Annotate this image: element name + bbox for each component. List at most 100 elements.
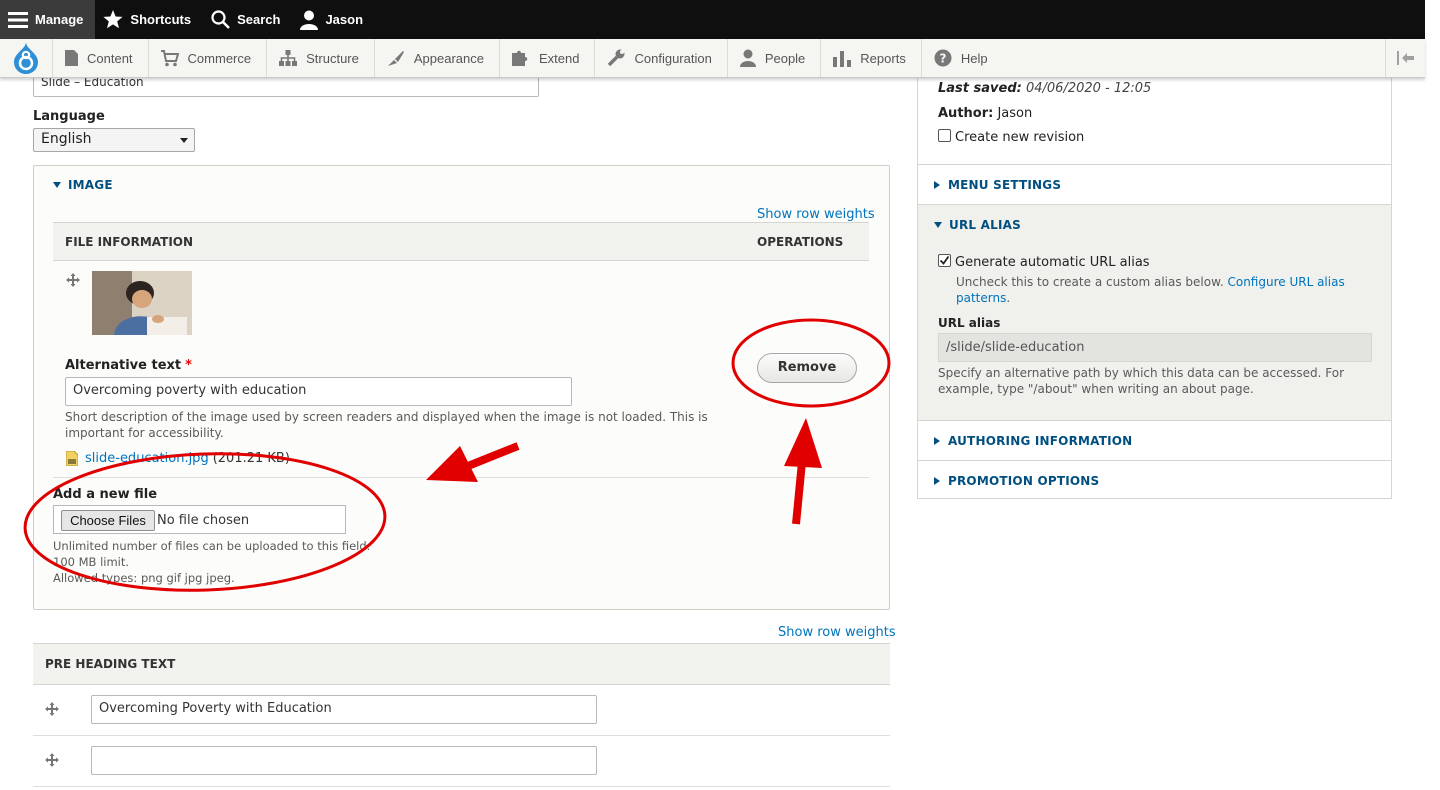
- collapse-tray-button[interactable]: [1385, 39, 1425, 77]
- manage-label: Manage: [35, 12, 84, 27]
- show-row-weights-link-2[interactable]: Show row weights: [778, 625, 896, 640]
- menu-item-configuration[interactable]: Configuration: [594, 39, 726, 77]
- search-tab[interactable]: Search: [203, 0, 292, 39]
- url-alias-summary-label: URL ALIAS: [949, 218, 1021, 232]
- child-writing-photo: [92, 271, 192, 335]
- col-operations: OPERATIONS: [757, 235, 844, 249]
- generate-alias-checkbox[interactable]: [938, 254, 951, 267]
- menu-item-commerce[interactable]: Commerce: [147, 39, 267, 77]
- puzzle-icon: [512, 50, 528, 66]
- add-new-file-label: Add a new file: [53, 487, 158, 502]
- upload-help-text: Unlimited number of files can be uploade…: [53, 538, 370, 586]
- create-revision-checkbox[interactable]: [938, 129, 951, 142]
- row-divider: [53, 477, 869, 478]
- uploaded-file-link[interactable]: slide-education.jpg: [85, 451, 209, 466]
- triangle-right-icon: [934, 437, 940, 445]
- alt-desc-line-1: Short description of the image used by s…: [65, 410, 708, 424]
- menu-item-label: Reports: [860, 50, 906, 66]
- drag-handle-icon[interactable]: [66, 273, 80, 287]
- menu-item-help[interactable]: ? Help: [920, 39, 1003, 77]
- menu-item-label: Structure: [306, 50, 359, 66]
- alt-text-label-text: Alternative text: [65, 358, 182, 373]
- col-file-information: FILE INFORMATION: [65, 235, 194, 249]
- admin-menu-tray: Content Commerce Structure Appearance Ex…: [0, 39, 1425, 78]
- no-file-chosen-text: No file chosen: [157, 513, 250, 528]
- checkmark-icon: [939, 255, 950, 265]
- menu-item-structure[interactable]: Structure: [266, 39, 374, 77]
- remove-button[interactable]: Remove: [757, 353, 857, 383]
- alt-desc-line-2: important for accessibility.: [65, 426, 224, 440]
- generate-alias-description: Uncheck this to create a custom alias be…: [956, 275, 1345, 305]
- triangle-right-icon: [934, 181, 940, 189]
- authoring-information-toggle[interactable]: AUTHORING INFORMATION: [934, 434, 1132, 448]
- drag-handle-icon[interactable]: [45, 753, 59, 767]
- upload-help-line-3: Allowed types: png gif jpg jpeg.: [53, 571, 235, 585]
- upload-help-line-1: Unlimited number of files can be uploade…: [53, 539, 371, 553]
- image-file-icon: [66, 451, 78, 466]
- menu-item-reports[interactable]: Reports: [820, 39, 921, 77]
- alias-desc-line-2: example, type "/about" when writing an a…: [938, 382, 1254, 396]
- menu-settings-toggle[interactable]: MENU SETTINGS: [934, 178, 1061, 192]
- last-saved-label: Last saved:: [938, 81, 1022, 96]
- sitemap-icon: [279, 50, 298, 66]
- image-summary-toggle[interactable]: IMAGE: [53, 178, 113, 192]
- promotion-options-label: PROMOTION OPTIONS: [948, 474, 1100, 488]
- menu-item-label: People: [764, 50, 806, 66]
- uploaded-file-size: (201.21 KB): [212, 451, 290, 466]
- choose-files-button[interactable]: Choose Files: [61, 510, 155, 531]
- show-row-weights-link[interactable]: Show row weights: [757, 207, 875, 222]
- menu-item-content[interactable]: Content: [52, 39, 148, 77]
- menu-item-label: Configuration: [634, 50, 712, 66]
- collapse-arrow-icon: [1396, 51, 1414, 65]
- author-label: Author:: [938, 106, 994, 121]
- chevron-down-icon: [180, 138, 188, 143]
- user-label: Jason: [325, 12, 364, 27]
- pre-heading-input-1[interactable]: Overcoming Poverty with Education: [91, 695, 597, 724]
- shortcuts-tab[interactable]: Shortcuts: [95, 0, 203, 39]
- configure-url-alias-link[interactable]: Configure URL alias: [1227, 275, 1344, 289]
- menu-item-label: Commerce: [187, 50, 252, 66]
- menu-item-people[interactable]: People: [726, 39, 820, 77]
- menu-settings-label: MENU SETTINGS: [948, 178, 1062, 192]
- file-icon: [65, 50, 78, 66]
- generate-alias-label: Generate automatic URL alias: [955, 255, 1150, 270]
- pre-heading-input-2[interactable]: [91, 746, 597, 775]
- menu-item-appearance[interactable]: Appearance: [373, 39, 499, 77]
- authoring-information-section: AUTHORING INFORMATION: [918, 420, 1391, 460]
- upload-help-line-2: 100 MB limit.: [53, 555, 130, 569]
- file-upload-widget[interactable]: Choose Files No file chosen: [53, 505, 346, 534]
- shortcuts-label: Shortcuts: [130, 12, 192, 27]
- create-revision-label: Create new revision: [955, 130, 1085, 145]
- drag-handle-icon[interactable]: [45, 702, 59, 716]
- hamburger-icon: [8, 11, 28, 28]
- row-divider: [33, 735, 890, 736]
- menu-item-label: Appearance: [413, 50, 484, 66]
- manage-tab[interactable]: Manage: [0, 0, 96, 39]
- image-thumbnail: [92, 271, 192, 335]
- user-tab[interactable]: Jason: [292, 0, 375, 39]
- patterns-link[interactable]: patterns: [956, 291, 1006, 305]
- image-table-header: FILE INFORMATION OPERATIONS: [53, 222, 869, 261]
- admin-toolbar: Manage Shortcuts Search Jason: [0, 0, 1425, 39]
- uncheck-desc-text: Uncheck this to create a custom alias be…: [956, 275, 1224, 289]
- triangle-down-icon: [53, 182, 61, 188]
- language-selected-value: English: [41, 131, 92, 147]
- url-alias-input[interactable]: /slide/slide-education: [938, 333, 1372, 362]
- last-saved-value: 04/06/2020 - 12:05: [1025, 81, 1152, 96]
- drupal-logo[interactable]: [0, 39, 52, 77]
- promotion-options-toggle[interactable]: PROMOTION OPTIONS: [934, 474, 1099, 488]
- cart-icon: [160, 49, 179, 66]
- last-saved-row: Last saved: 04/06/2020 - 12:05: [938, 81, 1151, 96]
- pre-heading-table-header: PRE HEADING TEXT: [33, 643, 890, 685]
- url-alias-label: URL alias: [938, 316, 1001, 330]
- alt-text-input[interactable]: Overcoming poverty with education: [65, 377, 572, 406]
- pre-heading-header-label: PRE HEADING TEXT: [45, 657, 176, 671]
- triangle-right-icon: [934, 477, 940, 485]
- author-row: Author: Jason: [938, 106, 1032, 121]
- url-alias-toggle[interactable]: URL ALIAS: [934, 218, 1021, 232]
- language-select[interactable]: English: [33, 128, 195, 152]
- menu-item-extend[interactable]: Extend: [499, 39, 594, 77]
- search-icon: [211, 10, 230, 29]
- alt-text-description: Short description of the image used by s…: [65, 409, 708, 441]
- drupal-drop-icon: [14, 42, 38, 74]
